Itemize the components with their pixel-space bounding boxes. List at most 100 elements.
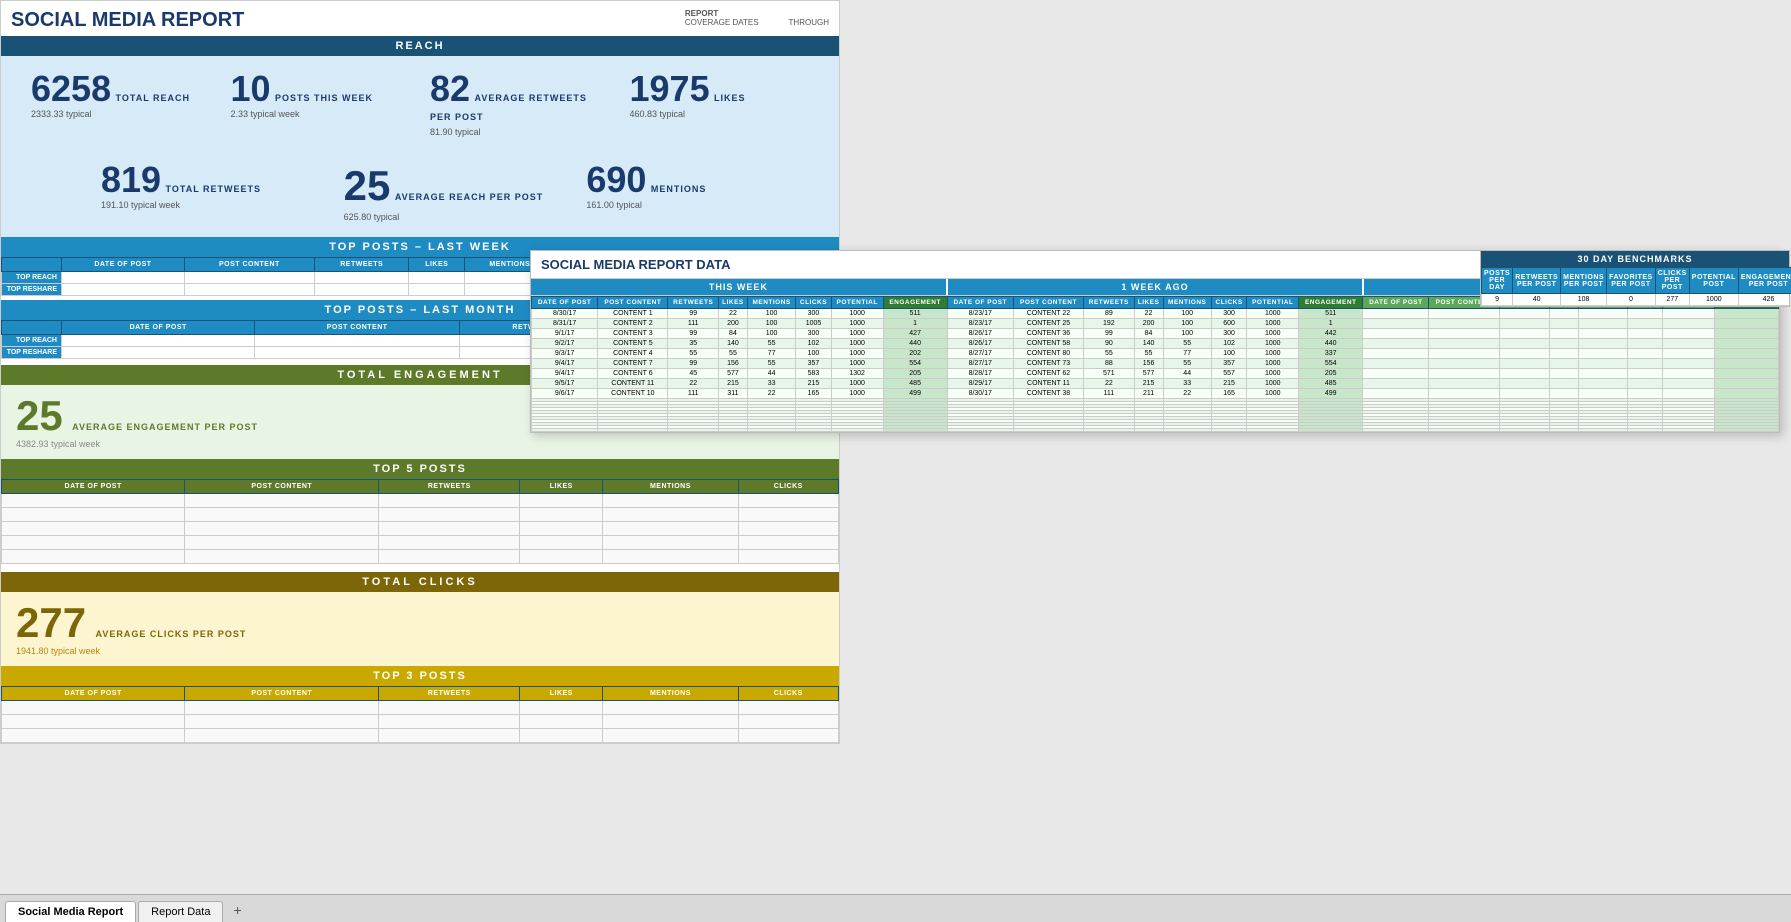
top-reshare-label: TOP RESHARE [2,284,62,296]
stats-grid-row2: 819 TOTAL RETWEETS 191.10 typical week 2… [1,152,839,237]
tab-report-data[interactable]: Report Data [138,901,223,922]
th-tw-likes: LIKES [719,297,748,309]
total-retweets-number: 819 [101,159,161,200]
clicks-section: 277 AVERAGE CLICKS PER POST 1941.80 typi… [1,592,839,666]
data-row-0: 8/30/17CONTENT 1992210030010005118/23/17… [532,309,1779,319]
bm-val-posts: 9 [1482,294,1513,306]
th-1w-retweets: RETWEETS [1084,297,1135,309]
th-2w-date: DATE OF POST [1363,297,1429,309]
avg-reach-label: AVERAGE REACH PER POST [395,192,543,202]
avg-engagement-number: 25 [16,392,63,439]
benchmarks-values-row: 9 40 108 0 277 1000 426 [1482,294,1791,306]
avg-reach-typical: 625.80 typical [344,212,567,222]
month-top-reshare-label: TOP RESHARE [2,347,62,359]
data-row-6: 9/4/17CONTENT 6455774458313022058/28/17C… [532,369,1779,379]
top-reach-retweets [314,272,409,284]
th-tw-mentions: MENTIONS [747,297,795,309]
bm-engagement: ENGAGEMENT PER POST [1738,268,1791,294]
avg-reach-number: 25 [344,162,391,209]
spacer1 [1,564,839,572]
top5-table: DATE OF POST POST CONTENT RETWEETS LIKES… [1,479,839,564]
t5-clicks: CLICKS [738,480,838,494]
t5-mentions: MENTIONS [603,480,738,494]
th-1w-mentions: MENTIONS [1163,297,1211,309]
top3-row-1 [2,701,839,715]
total-retweets-stat: 819 TOTAL RETWEETS 191.10 typical week [21,157,334,227]
total-reach-typical: 2333.33 typical [31,109,211,119]
t3-retweets: RETWEETS [379,687,520,701]
clicks-section-header: TOTAL CLICKS [1,572,839,592]
total-retweets-typical: 191.10 typical week [101,200,324,210]
top-reshare-retweets [314,284,409,296]
bm-val-favorites: 0 [1607,294,1656,306]
bm-val-engagement: 426 [1738,294,1791,306]
t3-mentions: MENTIONS [603,687,738,701]
col-date-of-post2: DATE OF POST [62,321,255,335]
t5-likes: LIKES [520,480,603,494]
posts-this-week-label: POSTS THIS WEEK [275,93,373,103]
top5-row-2 [2,508,839,522]
likes-number: 1975 [630,68,710,109]
clicks-typical: 1941.80 typical week [16,646,824,656]
benchmarks-header: 30 DAY BENCHMARKS [1481,251,1789,267]
top3-row-2 [2,715,839,729]
bm-retweets: RETWEETS PER POST [1513,268,1561,294]
top-reach-date [62,272,185,284]
data-row-5: 9/4/17CONTENT 7991565535710005548/27/17C… [532,359,1779,369]
tab-add-button[interactable]: + [225,898,249,922]
avg-clicks-number: 277 [16,599,86,646]
t3-clicks: CLICKS [738,687,838,701]
col-post-content: POST CONTENT [184,258,314,272]
bm-favorites: FAVORITES PER POST [1607,268,1656,294]
likes-typical: 460.83 typical [630,109,810,119]
report-label: REPORT [685,9,829,18]
through-label: THROUGH [789,18,829,27]
avg-retweets-stat: 82 AVERAGE RETWEETS PER POST 81.90 typic… [420,66,620,142]
coverage-label: COVERAGE DATES [685,18,759,27]
top5-row-4 [2,536,839,550]
avg-retweets-number: 82 [430,68,470,109]
top-reshare-content [184,284,314,296]
col-post-content2: POST CONTENT [255,321,460,335]
top-reshare-likes [409,284,465,296]
top-reshare-date [62,284,185,296]
bm-clicks: CLICKS PER POST [1655,268,1689,294]
top5-row-3 [2,522,839,536]
data-main-table: DATE OF POST POST CONTENT RETWEETS LIKES… [531,296,1779,432]
mentions-number: 690 [586,159,646,200]
col-empty [2,258,62,272]
t5-retweets: RETWEETS [379,480,520,494]
t3-likes: LIKES [520,687,603,701]
th-1w-content: POST CONTENT [1013,297,1083,309]
th-1w-potential: POTENTIAL [1247,297,1299,309]
top5-row-5 [2,550,839,564]
tab-social-media-report[interactable]: Social Media Report [5,901,136,922]
total-reach-label: TOTAL REACH [116,93,191,103]
th-1w-likes: LIKES [1134,297,1163,309]
col-likes: LIKES [409,258,465,272]
t5-date: DATE OF POST [2,480,185,494]
col-retweets: RETWEETS [314,258,409,272]
th-tw-clicks: CLICKS [796,297,831,309]
th-tw-engagement: ENGAGEMENT [883,297,947,309]
th-1w-clicks: CLICKS [1211,297,1246,309]
col-empty2 [2,321,62,335]
data-row-3: 9/2/17CONTENT 5351405510210004408/26/17C… [532,339,1779,349]
bm-mentions: MENTIONS PER POST [1561,268,1607,294]
stats-grid-row1: 6258 TOTAL REACH 2333.33 typical 10 POST… [1,56,839,152]
tabs-bar: Social Media Report Report Data + [0,894,1791,922]
this-week-header: THIS WEEK [531,279,948,295]
th-tw-retweets: RETWEETS [668,297,719,309]
avg-engagement-label: AVERAGE ENGAGEMENT PER POST [72,422,258,432]
data-row-19 [532,429,1779,432]
report-meta: REPORT COVERAGE DATES THROUGH [685,9,829,27]
report-title: SOCIAL MEDIA REPORT [11,9,665,32]
data-row-1: 8/31/17CONTENT 21112001001005100018/23/1… [532,319,1779,329]
bm-val-retweets: 40 [1513,294,1561,306]
total-reach-number: 6258 [31,68,111,109]
data-row-4: 9/3/17CONTENT 455557710010002028/27/17CO… [532,349,1779,359]
top-reach-label: TOP REACH [2,272,62,284]
mentions-typical: 161.00 typical [586,200,809,210]
engagement-typical: 4382.93 typical week [16,439,824,449]
posts-this-week-stat: 10 POSTS THIS WEEK 2.33 typical week [221,66,421,142]
